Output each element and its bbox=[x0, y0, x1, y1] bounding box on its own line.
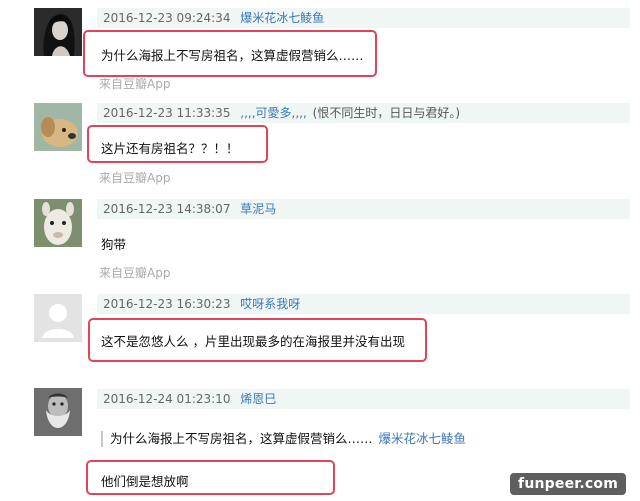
comment-source: 来自豆瓣App bbox=[99, 77, 171, 91]
comment-text: 狗带 bbox=[101, 237, 127, 252]
avatar[interactable] bbox=[34, 103, 82, 151]
comment-username[interactable]: 烯恩巳 bbox=[240, 392, 276, 406]
comment-text: 他们倒是想放啊 bbox=[101, 474, 189, 489]
comment-time: 2016-12-23 11:33:35 bbox=[103, 106, 231, 120]
comment-username[interactable]: 草泥马 bbox=[240, 202, 276, 216]
comment-meta: 2016-12-23 16:30:23 哎呀系我呀 bbox=[97, 294, 630, 314]
comment-meta: 2016-12-23 14:38:07 草泥马 bbox=[97, 199, 630, 219]
comment-time: 2016-12-24 01:23:10 bbox=[103, 392, 231, 406]
comment-username[interactable]: 爆米花冰七鲮鱼 bbox=[240, 11, 324, 25]
comment-text: 这片还有房祖名？？！！ bbox=[101, 141, 239, 156]
avatar[interactable] bbox=[34, 388, 82, 436]
user-signature: (恨不同生时，日日与君好。) bbox=[312, 106, 461, 120]
comment-meta: 2016-12-23 11:33:35 ,,,,可愛多,,,, (恨不同生时，日… bbox=[97, 103, 630, 123]
comment-username[interactable]: ,,,,可愛多,,,, bbox=[240, 106, 307, 120]
woman-portrait-avatar bbox=[34, 8, 82, 56]
dog-avatar bbox=[34, 103, 82, 151]
bearded-man-avatar bbox=[34, 388, 82, 436]
quoted-text: 为什么海报上不写房祖名，这算虚假营销么…… bbox=[110, 431, 373, 446]
default-user-avatar bbox=[34, 294, 82, 342]
quoted-comment: 为什么海报上不写房祖名，这算虚假营销么…… 爆米花冰七鲮鱼 bbox=[101, 431, 466, 447]
alpaca-avatar bbox=[34, 199, 82, 247]
comment-source: 来自豆瓣App bbox=[99, 266, 171, 280]
comment-time: 2016-12-23 09:24:34 bbox=[103, 11, 231, 25]
quoted-author[interactable]: 爆米花冰七鲮鱼 bbox=[379, 431, 467, 446]
comment-time: 2016-12-23 16:30:23 bbox=[103, 297, 231, 311]
comment-text: 这不是忽悠人么 ，片里出现最多的在海报里并没有出现 bbox=[101, 334, 405, 349]
avatar[interactable] bbox=[34, 199, 82, 247]
watermark: funpeer.com bbox=[510, 473, 626, 495]
comment-username[interactable]: 哎呀系我呀 bbox=[240, 297, 300, 311]
comment-text: 为什么海报上不写房祖名，这算虚假营销么…… bbox=[101, 48, 364, 63]
comment-source: 来自豆瓣App bbox=[99, 171, 171, 185]
comment-time: 2016-12-23 14:38:07 bbox=[103, 202, 231, 216]
avatar[interactable] bbox=[34, 294, 82, 342]
comment-meta: 2016-12-24 01:23:10 烯恩巳 bbox=[97, 389, 630, 409]
avatar[interactable] bbox=[34, 8, 82, 56]
comment-meta: 2016-12-23 09:24:34 爆米花冰七鲮鱼 bbox=[97, 8, 630, 28]
